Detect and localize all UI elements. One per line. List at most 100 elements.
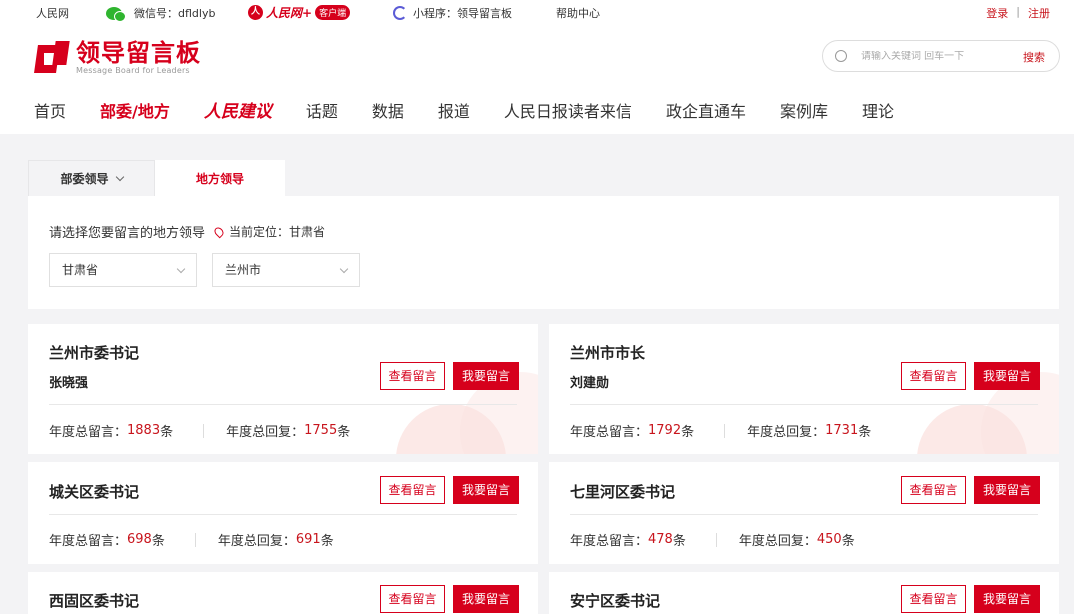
province-select[interactable]: 甘肃省 xyxy=(49,253,197,287)
site-header: 领导留言板 Message Board for Leaders 搜索 首页 部委… xyxy=(0,26,1074,134)
auth-separator: | xyxy=(1016,5,1020,18)
nav-ministry-local[interactable]: 部委/地方 xyxy=(100,100,170,124)
card-divider xyxy=(570,404,1038,405)
card-divider xyxy=(49,404,517,405)
view-messages-button[interactable]: 查看留言 xyxy=(901,362,966,390)
people-label: 人民网 xyxy=(36,7,69,20)
unit-label: 条 xyxy=(672,534,686,549)
stats-separator xyxy=(203,423,205,438)
unit-label: 条 xyxy=(841,534,855,549)
nav-readers-letters[interactable]: 人民日报读者来信 xyxy=(504,100,632,124)
filter-prompt: 请选择您要留言的地方领导 xyxy=(49,226,206,241)
logo-subtitle: Message Board for Leaders xyxy=(76,66,190,75)
nav-data[interactable]: 数据 xyxy=(372,100,404,124)
leader-title: 兰州市市长 xyxy=(570,344,646,362)
chevron-down-icon xyxy=(115,172,124,181)
miniprogram-link[interactable]: 小程序：领导留言板 xyxy=(393,5,512,21)
leader-title: 兰州市委书记 xyxy=(49,344,140,362)
help-label: 帮助中心 xyxy=(556,7,600,20)
total-count: 698 xyxy=(127,532,152,547)
total-label: 年度总留言： xyxy=(570,425,649,440)
leader-title: 城关区委书记 xyxy=(49,483,140,501)
chevron-down-icon xyxy=(176,264,186,274)
leader-title: 西固区委书记 xyxy=(49,592,140,610)
city-value: 兰州市 xyxy=(225,263,262,277)
leader-card: 城关区委书记 查看留言 我要留言 年度总留言： 698 条 年度总回复： 691 条 xyxy=(28,462,538,564)
card-stats: 年度总留言： 1792 条 年度总回复： 1731 条 xyxy=(570,421,871,440)
stats-separator xyxy=(715,532,717,547)
nav-theory[interactable]: 理论 xyxy=(862,100,894,124)
card-stats: 年度总留言： 698 条 年度总回复： 691 条 xyxy=(49,530,334,549)
wechat-icon xyxy=(106,6,126,22)
rmw-client-link[interactable]: 人 人民网+ 客户端 xyxy=(248,4,351,20)
current-location: 当前定位：甘肃省 xyxy=(229,225,326,239)
leave-message-button[interactable]: 我要留言 xyxy=(974,476,1040,504)
city-select[interactable]: 兰州市 xyxy=(212,253,360,287)
leader-card: 西固区委书记 查看留言 我要留言 xyxy=(28,572,538,614)
register-link[interactable]: 注册 xyxy=(1028,5,1050,21)
reply-label: 年度总回复： xyxy=(217,534,296,549)
leave-message-button[interactable]: 我要留言 xyxy=(453,476,519,504)
tab-ministry-leaders[interactable]: 部委领导 xyxy=(28,160,155,196)
search-button[interactable]: 搜索 xyxy=(1023,49,1045,65)
filter-label-row: 请选择您要留言的地方领导 当前定位：甘肃省 xyxy=(49,222,325,241)
card-divider xyxy=(570,514,1038,515)
tab-local-leaders[interactable]: 地方领导 xyxy=(155,160,285,196)
leader-title: 七里河区委书记 xyxy=(570,483,676,501)
nav-gov-enterprise[interactable]: 政企直通车 xyxy=(666,100,746,124)
nav-case-library[interactable]: 案例库 xyxy=(780,100,828,124)
reply-count: 1755 xyxy=(304,423,338,438)
miniprogram-icon xyxy=(393,6,407,20)
card-divider xyxy=(49,514,517,515)
client-tag: 客户端 xyxy=(315,4,351,20)
unit-label: 条 xyxy=(858,425,872,440)
nav-home[interactable]: 首页 xyxy=(34,100,66,124)
leader-card: 兰州市委书记 张晓强 查看留言 我要留言 年度总留言： 1883 条 年度总回复： 1… xyxy=(28,324,538,454)
tab-local-label: 地方领导 xyxy=(195,171,244,186)
stats-separator xyxy=(194,532,196,547)
help-link[interactable]: 帮助中心 xyxy=(556,5,600,21)
search-icon xyxy=(835,50,847,62)
reply-count: 691 xyxy=(295,532,321,547)
leader-card: 安宁区委书记 查看留言 我要留言 xyxy=(549,572,1059,614)
total-label: 年度总留言： xyxy=(570,534,649,549)
region-filter: 请选择您要留言的地方领导 当前定位：甘肃省 甘肃省 兰州市 xyxy=(28,196,1059,309)
view-messages-button[interactable]: 查看留言 xyxy=(901,476,966,504)
nav-reports[interactable]: 报道 xyxy=(438,100,470,124)
unit-label: 条 xyxy=(160,425,174,440)
wechat-info[interactable]: 微信号：dfldlyb xyxy=(106,5,215,22)
people-link[interactable]: 人民网 xyxy=(36,5,69,21)
unit-label: 条 xyxy=(681,425,695,440)
total-count: 478 xyxy=(648,532,673,547)
view-messages-button[interactable]: 查看留言 xyxy=(380,585,445,613)
tab-ministry-label: 部委领导 xyxy=(60,172,109,186)
view-messages-button[interactable]: 查看留言 xyxy=(380,476,445,504)
search-input[interactable] xyxy=(861,50,1011,62)
search-box: 搜索 xyxy=(822,40,1060,72)
unit-label: 条 xyxy=(151,534,165,549)
logo-mark-icon xyxy=(34,41,70,75)
nav-people-suggestions[interactable]: 人民建议 xyxy=(204,100,272,124)
main-nav: 首页 部委/地方 人民建议 话题 数据 报道 人民日报读者来信 政企直通车 案例… xyxy=(34,94,928,124)
province-value: 甘肃省 xyxy=(62,263,99,277)
auth-links: 登录 | 注册 xyxy=(986,5,1050,21)
rmw-text: 人民网+ xyxy=(266,5,313,20)
leave-message-button[interactable]: 我要留言 xyxy=(974,585,1040,613)
reply-label: 年度总回复： xyxy=(738,534,817,549)
nav-topics[interactable]: 话题 xyxy=(306,100,338,124)
view-messages-button[interactable]: 查看留言 xyxy=(901,585,966,613)
leader-tabs: 部委领导 地方领导 xyxy=(28,160,285,196)
view-messages-button[interactable]: 查看留言 xyxy=(380,362,445,390)
reply-label: 年度总回复： xyxy=(747,425,826,440)
total-count: 1792 xyxy=(648,423,682,438)
site-logo[interactable]: 领导留言板 Message Board for Leaders xyxy=(34,40,201,76)
reply-label: 年度总回复： xyxy=(226,425,305,440)
leave-message-button[interactable]: 我要留言 xyxy=(453,585,519,613)
rmw-logo-icon: 人 xyxy=(248,4,263,20)
total-count: 1883 xyxy=(127,423,161,438)
leader-title: 安宁区委书记 xyxy=(570,592,661,610)
leave-message-button[interactable]: 我要留言 xyxy=(453,362,519,390)
login-link[interactable]: 登录 xyxy=(986,5,1008,21)
leave-message-button[interactable]: 我要留言 xyxy=(974,362,1040,390)
location-pin-icon xyxy=(212,225,226,238)
